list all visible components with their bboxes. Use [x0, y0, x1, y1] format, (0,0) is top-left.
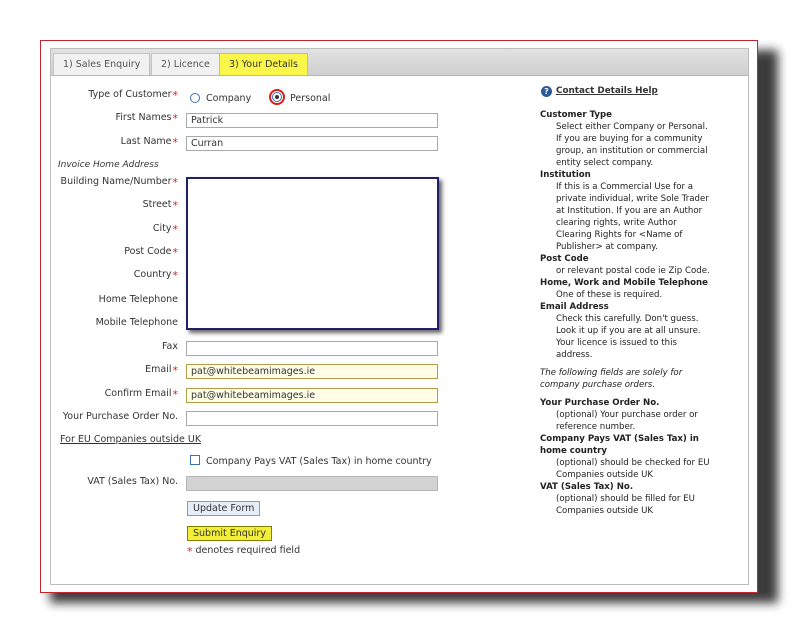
- required-field-note: * denotes required field: [187, 545, 301, 558]
- purchase-order-input[interactable]: [186, 411, 438, 426]
- tab-bar: 1) Sales Enquiry 2) Licence 3) Your Deta…: [51, 49, 748, 76]
- email-label: Email*: [145, 364, 178, 377]
- last-name-label: Last Name*: [120, 136, 178, 149]
- help-phone-heading: Home, Work and Mobile Telephone: [540, 278, 708, 288]
- radio-company[interactable]: [190, 93, 200, 103]
- vat-number-label: VAT (Sales Tax) No.: [87, 476, 178, 487]
- help-customer-type-text: Select either Company or Personal. If yo…: [556, 122, 708, 168]
- help-po-heading: Your Purchase Order No.: [540, 398, 660, 408]
- help-email-heading: Email Address: [540, 302, 609, 312]
- address-overlay-box: [186, 177, 439, 330]
- radio-personal-label: Personal: [290, 93, 331, 104]
- tab-sales-enquiry[interactable]: 1) Sales Enquiry: [53, 53, 151, 75]
- mobile-telephone-label: Mobile Telephone: [95, 317, 178, 328]
- radio-company-label: Company: [206, 93, 252, 104]
- help-customer-type-heading: Customer Type: [540, 110, 612, 120]
- first-names-label: First Names*: [115, 112, 179, 125]
- help-vat-pays-text: (optional) should be checked for EU Comp…: [556, 458, 710, 480]
- purchase-order-label: Your Purchase Order No.: [62, 411, 178, 422]
- help-po-text: (optional) Your purchase order or refere…: [556, 410, 698, 432]
- customer-type-label: Type of Customer*: [88, 89, 178, 102]
- post-code-label: Post Code*: [124, 246, 178, 259]
- help-po-note: The following fields are solely for comp…: [540, 368, 683, 390]
- help-vat-no-heading: VAT (Sales Tax) No.: [540, 482, 634, 492]
- street-label: Street*: [142, 199, 178, 212]
- submit-enquiry-button[interactable]: Submit Enquiry: [187, 526, 272, 541]
- help-phone-text: One of these is required.: [556, 290, 663, 300]
- vat-number-input[interactable]: [186, 476, 438, 491]
- first-names-input[interactable]: Patrick: [186, 113, 438, 128]
- help-email-text: Check this carefully. Don't guess. Look …: [556, 314, 701, 360]
- help-institution-heading: Institution: [540, 170, 591, 180]
- help-panel: Customer Type Select either Company or P…: [540, 109, 710, 517]
- help-vat-no-text: (optional) should be filled for EU Compa…: [556, 494, 695, 516]
- invoice-section-heading: Invoice Home Address: [58, 160, 159, 170]
- city-label: City*: [152, 223, 178, 236]
- fax-input[interactable]: [186, 341, 438, 356]
- radio-personal[interactable]: [272, 92, 282, 102]
- building-label: Building Name/Number*: [60, 176, 178, 189]
- help-post-code-heading: Post Code: [540, 254, 589, 264]
- email-input[interactable]: pat@whitebeamimages.ie: [186, 364, 438, 379]
- eu-companies-link[interactable]: For EU Companies outside UK: [60, 434, 201, 445]
- help-title: Contact Details Help: [556, 86, 658, 96]
- home-telephone-label: Home Telephone: [98, 294, 178, 305]
- tab-licence[interactable]: 2) Licence: [151, 53, 220, 75]
- confirm-email-input[interactable]: pat@whitebeamimages.ie: [186, 388, 438, 403]
- help-post-code-text: or relevant postal code ie Zip Code.: [556, 266, 710, 276]
- country-label: Country*: [133, 269, 178, 282]
- tab-your-details[interactable]: 3) Your Details: [219, 53, 309, 75]
- help-vat-pays-heading: Company Pays VAT (Sales Tax) in home cou…: [540, 434, 699, 456]
- vat-checkbox-label: Company Pays VAT (Sales Tax) in home cou…: [206, 456, 432, 467]
- vat-checkbox[interactable]: [190, 455, 200, 465]
- help-institution-text: If this is a Commercial Use for a privat…: [556, 182, 709, 252]
- fax-label: Fax: [161, 341, 178, 352]
- last-name-input[interactable]: Curran: [186, 136, 438, 151]
- confirm-email-label: Confirm Email*: [104, 388, 178, 401]
- help-question-icon: ?: [541, 86, 552, 97]
- update-form-button[interactable]: Update Form: [187, 501, 261, 516]
